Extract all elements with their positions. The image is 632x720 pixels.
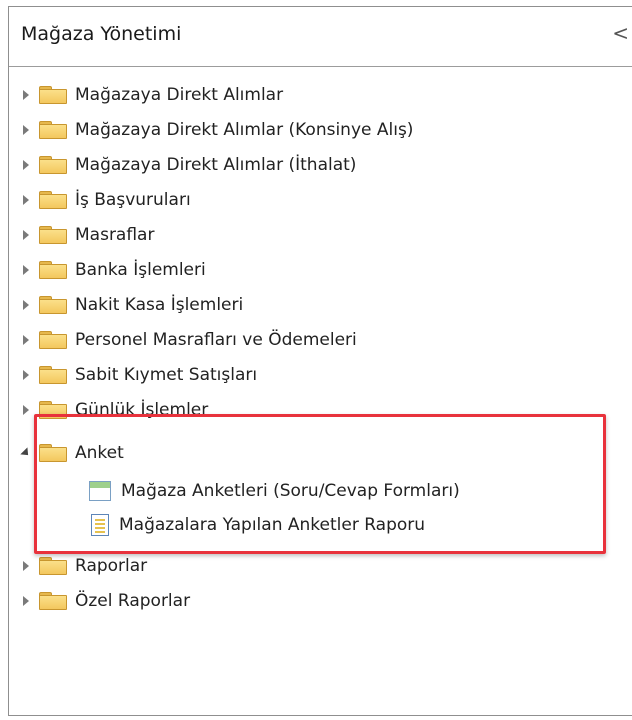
folder-open-icon [39, 444, 67, 462]
expand-arrow-icon[interactable] [21, 120, 31, 140]
expand-arrow-icon[interactable] [21, 400, 31, 420]
collapse-arrow-icon[interactable] [20, 443, 32, 463]
expand-arrow-icon[interactable] [21, 225, 31, 245]
folder-icon [39, 191, 67, 209]
expand-arrow-icon[interactable] [21, 260, 31, 280]
panel-title: Mağaza Yönetimi [21, 23, 182, 45]
expand-arrow-icon[interactable] [21, 155, 31, 175]
tree-item-is-basvurulari[interactable]: İş Başvuruları [21, 182, 191, 218]
tree-item-label: Mağazaya Direkt Alımlar (Konsinye Alış) [75, 120, 414, 140]
tree-item-anketler-raporu[interactable]: Mağazalara Yapılan Anketler Raporu [89, 507, 425, 543]
collapse-panel-icon[interactable]: < [612, 21, 629, 45]
tree-item-magazaya-direkt-alimlar[interactable]: Mağazaya Direkt Alımlar [21, 77, 283, 113]
folder-icon [39, 156, 67, 174]
tree-item-anket[interactable]: Anket [20, 435, 124, 471]
panel-header: Mağaza Yönetimi < [9, 7, 632, 67]
folder-icon [39, 226, 67, 244]
tree-item-ithalat[interactable]: Mağazaya Direkt Alımlar (İthalat) [21, 147, 356, 183]
tree-item-label: Mağaza Anketleri (Soru/Cevap Formları) [121, 481, 460, 501]
tree-item-magaza-anketleri[interactable]: Mağaza Anketleri (Soru/Cevap Formları) [89, 473, 460, 509]
tree-item-label: Raporlar [75, 556, 148, 576]
tree-item-gunluk-islemler[interactable]: Günlük İşlemler [21, 392, 208, 428]
tree-item-label: Mağazaya Direkt Alımlar [75, 85, 284, 105]
tree-item-label: Anket [75, 443, 124, 463]
tree-item-personel-masraflari[interactable]: Personel Masrafları ve Ödemeleri [21, 322, 357, 358]
tree-item-label: Personel Masrafları ve Ödemeleri [75, 330, 357, 350]
folder-icon [39, 557, 67, 575]
expand-arrow-icon[interactable] [21, 190, 31, 210]
tree-item-masraflar[interactable]: Masraflar [21, 217, 154, 253]
tree-item-banka-islemleri[interactable]: Banka İşlemleri [21, 252, 206, 288]
expand-arrow-icon[interactable] [21, 85, 31, 105]
expand-arrow-icon[interactable] [21, 591, 31, 611]
tree-item-raporlar[interactable]: Raporlar [21, 548, 147, 584]
folder-icon [39, 401, 67, 419]
folder-icon [39, 366, 67, 384]
expand-arrow-icon[interactable] [21, 365, 31, 385]
form-icon [89, 481, 111, 501]
expand-arrow-icon[interactable] [21, 330, 31, 350]
tree-item-label: Günlük İşlemler [75, 400, 209, 420]
tree-item-konsinye-alis[interactable]: Mağazaya Direkt Alımlar (Konsinye Alış) [21, 112, 413, 148]
tree-item-label: Özel Raporlar [75, 591, 191, 611]
tree-item-label: Nakit Kasa İşlemleri [75, 295, 244, 315]
tree-item-sabit-kiymet[interactable]: Sabit Kıymet Satışları [21, 357, 257, 393]
tree-item-label: Mağazaya Direkt Alımlar (İthalat) [75, 155, 357, 175]
folder-icon [39, 261, 67, 279]
report-icon [91, 514, 109, 536]
tree-item-label: İş Başvuruları [75, 190, 191, 210]
menu-tree: Mağazaya Direkt Alımlar Mağazaya Direkt … [9, 67, 632, 717]
navigation-panel: Mağaza Yönetimi < Mağazaya Direkt Alımla… [8, 6, 632, 716]
tree-item-ozel-raporlar[interactable]: Özel Raporlar [21, 583, 190, 619]
tree-item-label: Masraflar [75, 225, 155, 245]
expand-arrow-icon[interactable] [21, 295, 31, 315]
expand-arrow-icon[interactable] [21, 556, 31, 576]
folder-icon [39, 331, 67, 349]
tree-item-label: Banka İşlemleri [75, 260, 206, 280]
tree-item-label: Sabit Kıymet Satışları [75, 365, 258, 385]
folder-icon [39, 592, 67, 610]
tree-item-nakit-kasa[interactable]: Nakit Kasa İşlemleri [21, 287, 243, 323]
folder-icon [39, 121, 67, 139]
tree-item-label: Mağazalara Yapılan Anketler Raporu [119, 515, 426, 535]
folder-icon [39, 86, 67, 104]
folder-icon [39, 296, 67, 314]
